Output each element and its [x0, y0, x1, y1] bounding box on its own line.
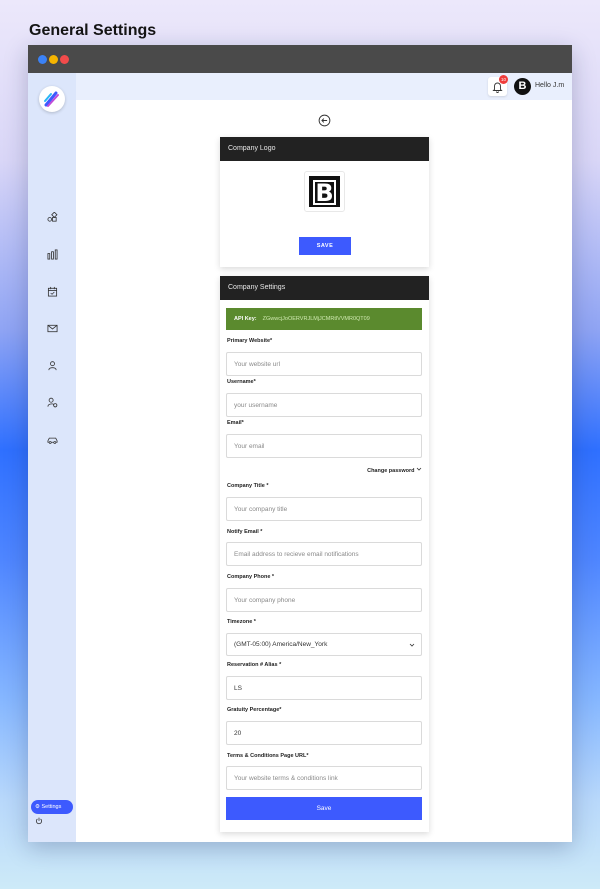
company-logo-letter: B: [313, 180, 336, 205]
user-settings-icon[interactable]: [47, 397, 58, 408]
reservation-alias-label: Reservation # Alias *: [227, 662, 282, 668]
users-icon[interactable]: [47, 360, 58, 371]
terms-url-label: Terms & Conditions Page URL*: [227, 753, 309, 759]
company-logo-image: B: [309, 176, 340, 207]
username-input[interactable]: [226, 393, 422, 417]
mail-icon[interactable]: [47, 323, 58, 334]
company-title-input[interactable]: [226, 497, 422, 521]
primary-website-label: Primary Website*: [227, 338, 273, 344]
reservation-alias-input[interactable]: [226, 676, 422, 700]
timezone-select[interactable]: (GMT-05:00) America/New_York: [226, 633, 422, 656]
gratuity-percentage-input[interactable]: [226, 721, 422, 745]
settings-nav-button[interactable]: ⚙ Settings: [31, 800, 73, 814]
timezone-value: (GMT-05:00) America/New_York: [234, 641, 328, 648]
api-key-value[interactable]: ZGwwcjJoOERVRJLMjJCMRtlVVMR0QT09: [263, 316, 370, 322]
company-settings-card: Company Settings API Key: ZGwwcjJoOERVRJL…: [220, 276, 429, 832]
api-key-label: API Key:: [234, 316, 257, 322]
email-label: Email*: [227, 420, 244, 426]
company-logo-card: Company Logo B SAVE: [220, 137, 429, 267]
page-title: General Settings: [29, 22, 157, 39]
change-password-toggle[interactable]: Change password: [367, 466, 422, 474]
email-input[interactable]: [226, 434, 422, 458]
app-logo-icon: [44, 91, 59, 107]
window-titlebar: [28, 45, 572, 73]
window-dot-yellow[interactable]: [49, 55, 58, 64]
company-phone-input[interactable]: [226, 588, 422, 612]
change-password-label: Change password: [367, 468, 415, 474]
window-dot-blue[interactable]: [38, 55, 47, 64]
user-greeting[interactable]: Hello J.m: [535, 82, 564, 89]
apps-icon[interactable]: [47, 212, 58, 223]
settings-label: Settings: [41, 804, 62, 810]
notification-badge: 10: [499, 75, 508, 84]
chevron-down-icon: [409, 643, 415, 647]
calendar-icon[interactable]: [47, 286, 58, 297]
company-title-label: Company Title *: [227, 483, 269, 489]
company-logo-preview[interactable]: B: [304, 171, 345, 212]
notify-email-label: Notify Email *: [227, 529, 263, 535]
company-settings-header: Company Settings: [220, 276, 429, 300]
app-logo[interactable]: [39, 86, 65, 112]
back-arrow-icon[interactable]: [318, 114, 331, 127]
bar-chart-icon[interactable]: [47, 249, 58, 260]
sidebar: ⚙ Settings: [28, 73, 76, 842]
chevron-down-icon: [416, 467, 422, 471]
top-bar: 10 B Hello J.m: [76, 73, 572, 100]
power-icon[interactable]: [35, 817, 43, 825]
app-window: ⚙ Settings 10 B Hello J.m Company Logo B…: [28, 45, 572, 842]
notifications-button[interactable]: 10: [488, 75, 508, 96]
avatar[interactable]: B: [514, 78, 531, 95]
api-key-bar: API Key: ZGwwcjJoOERVRJLMjJCMRtlVVMR0QT09: [226, 308, 422, 330]
gratuity-percentage-label: Gratuity Percentage*: [227, 707, 282, 713]
save-settings-button[interactable]: Save: [226, 797, 422, 820]
notify-email-input[interactable]: [226, 542, 422, 566]
terms-url-input[interactable]: [226, 766, 422, 790]
company-phone-label: Company Phone *: [227, 574, 275, 580]
primary-website-input[interactable]: [226, 352, 422, 376]
username-label: Username*: [227, 379, 256, 385]
car-icon[interactable]: [47, 434, 58, 445]
window-dot-red[interactable]: [60, 55, 69, 64]
company-logo-header: Company Logo: [220, 137, 429, 161]
timezone-label: Timezone *: [227, 619, 256, 625]
save-logo-button[interactable]: SAVE: [299, 237, 351, 255]
